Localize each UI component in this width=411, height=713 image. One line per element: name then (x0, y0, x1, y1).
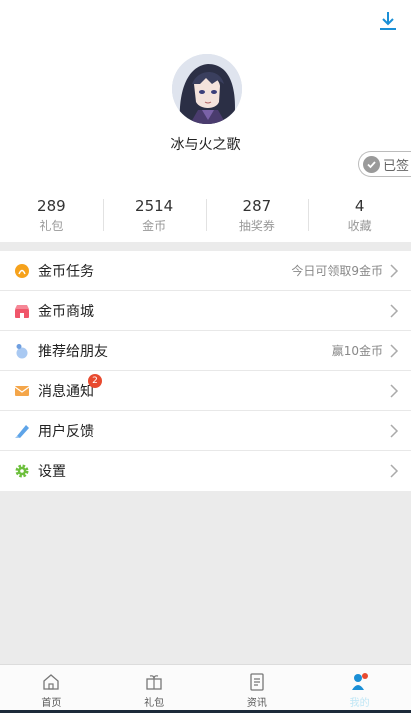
menu-item-settings[interactable]: 设置 (0, 451, 411, 491)
menu-item-coin-tasks[interactable]: 金币任务 今日可领取9金币 (0, 251, 411, 291)
menu-item-title: 金币商城 (38, 303, 94, 320)
menu-item-title: 用户反馈 (38, 423, 94, 440)
gear-icon (15, 464, 29, 478)
download-icon[interactable] (377, 10, 399, 32)
menu-item-title: 金币任务 (38, 263, 94, 280)
share-icon (16, 343, 28, 358)
stat-value: 289 (37, 197, 66, 215)
home-icon (43, 674, 60, 690)
avatar[interactable] (172, 54, 242, 124)
notification-badge: 2 (88, 374, 102, 388)
stat-label: 礼包 (39, 219, 64, 233)
stat-value: 2514 (135, 197, 174, 215)
tab-label: 首页 (41, 698, 62, 709)
menu-item-coin-shop[interactable]: 金币商城 (0, 291, 411, 331)
menu-item-title: 设置 (38, 464, 66, 480)
stats-bar: 289 礼包 2514 金币 287 抽奖券 4 收藏 (0, 193, 411, 237)
profile-icon (351, 673, 368, 690)
tab-label: 礼包 (144, 698, 165, 709)
mail-icon (14, 385, 30, 396)
settings-menu: 金币任务 今日可领取9金币 金币商城 推荐给朋友 赢10金币 消息通知 2 用户… (0, 251, 411, 491)
menu-item-hint: 赢10金币 (331, 344, 383, 358)
news-icon (250, 673, 264, 691)
checkmark-icon (363, 155, 380, 173)
profile-header: 冰与火之歌 已签 289 礼包 2514 金币 287 抽奖券 4 收藏 (0, 0, 411, 242)
chevron-right-icon (390, 423, 399, 438)
chevron-right-icon (390, 464, 399, 478)
tab-home[interactable]: 首页 (0, 665, 103, 713)
stat-label: 收藏 (347, 219, 372, 233)
menu-item-feedback[interactable]: 用户反馈 (0, 411, 411, 451)
stat-coins[interactable]: 2514 金币 (102, 193, 206, 237)
stat-favorites[interactable]: 4 收藏 (308, 193, 411, 237)
chevron-right-icon (390, 263, 399, 278)
coin-icon (15, 263, 29, 278)
feedback-pen-icon (15, 424, 29, 438)
tab-label: 我的 (349, 698, 370, 709)
tab-news[interactable]: 资讯 (206, 665, 309, 713)
stat-lottery-tickets[interactable]: 287 抽奖券 (205, 193, 309, 237)
menu-item-hint: 今日可领取9金币 (291, 264, 383, 278)
stat-label: 金币 (142, 219, 167, 233)
chevron-right-icon (390, 343, 399, 358)
username: 冰与火之歌 (170, 137, 241, 153)
menu-item-title: 消息通知 (38, 383, 94, 400)
shop-icon (15, 304, 29, 318)
checkin-label: 已签 (383, 158, 410, 174)
gift-icon (146, 675, 162, 690)
stat-gifts[interactable]: 289 礼包 (0, 193, 103, 237)
chevron-right-icon (390, 303, 399, 318)
stat-value: 4 (354, 197, 365, 215)
bottom-tab-bar: 首页 礼包 资讯 我的 (0, 664, 411, 713)
menu-item-recommend[interactable]: 推荐给朋友 赢10金币 (0, 331, 411, 371)
menu-item-notifications[interactable]: 消息通知 2 (0, 371, 411, 411)
tab-gifts[interactable]: 礼包 (103, 665, 206, 713)
tab-label: 资讯 (246, 698, 267, 709)
checkin-button[interactable]: 已签 (358, 151, 411, 177)
menu-item-title: 推荐给朋友 (38, 343, 108, 360)
stat-label: 抽奖券 (238, 219, 275, 233)
chevron-right-icon (390, 383, 399, 398)
stat-value: 287 (242, 197, 272, 215)
tab-profile[interactable]: 我的 (308, 665, 411, 713)
